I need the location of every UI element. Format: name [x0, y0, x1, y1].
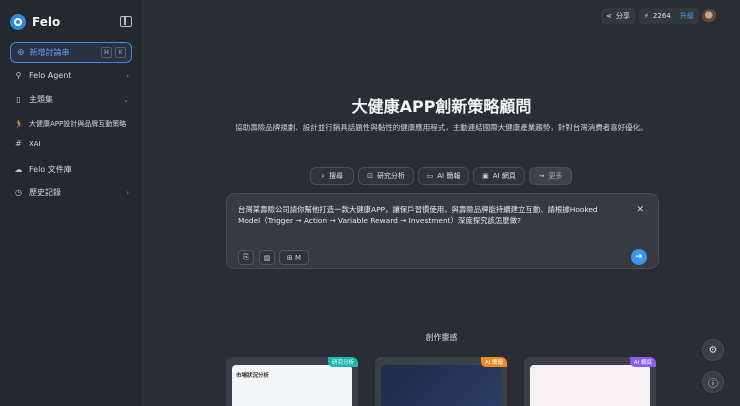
new-thread-label: 新增討論串 — [29, 48, 70, 57]
chevron-right-icon: › — [126, 188, 129, 197]
shortcut-k: K — [115, 47, 126, 58]
share-button[interactable]: ⋖ 分享 — [601, 8, 635, 24]
sidebar-item-library[interactable]: ☁ Felo 文件庫 — [14, 164, 129, 175]
upgrade-link[interactable]: 升級 — [680, 11, 694, 21]
send-button[interactable]: ➜ — [631, 249, 647, 265]
inspiration-card-webpage[interactable]: AI 網頁 — [524, 357, 656, 406]
tab-label: AI 簡報 — [437, 172, 461, 180]
search-icon: ⌕ — [321, 171, 325, 180]
card-badge: 研究分析 — [327, 357, 358, 367]
prompt-input-box[interactable]: 台灣某壽險公司請你幫他打造一款大健康APP，讓保戶習慣使用，與壽險品牌能持續建立… — [226, 193, 659, 269]
running-person-icon: 🏃 — [14, 119, 24, 129]
share-label: 分享 — [615, 12, 630, 20]
tab-label: AI 網頁 — [492, 172, 516, 180]
new-thread-button[interactable]: ⊕ 新增討論串 ⌘ K — [10, 42, 132, 63]
cloud-upload-icon: ☁ — [14, 165, 23, 174]
page-title: 大健康APP創新策略顧問 — [351, 97, 532, 116]
chevron-right-icon: › — [126, 71, 129, 80]
lightning-icon: ⚡ — [644, 12, 649, 20]
card-badge: AI 簡報 — [480, 357, 507, 367]
shortcut-cmd: ⌘ — [101, 47, 112, 58]
inspiration-card-slides[interactable]: AI 簡報 — [375, 357, 507, 406]
credits-count: 2264 — [652, 12, 671, 20]
inspiration-card-research[interactable]: 市場狀況分析 研究分析 — [226, 357, 358, 406]
card-thumb-title: 市場狀況分析 — [236, 373, 270, 379]
slides-icon: ▭ — [426, 172, 434, 180]
chat-plus-icon: ⊕ — [17, 47, 25, 58]
credits-widget[interactable]: ⚡ 2264 升級 — [639, 8, 699, 24]
integrations-icon[interactable]: ⊞ M — [279, 250, 309, 265]
avatar[interactable] — [702, 9, 717, 24]
tab-label: 搜尋 — [328, 172, 343, 180]
sidebar-item-label: 歷史記錄 — [29, 188, 61, 197]
card-thumbnail — [381, 365, 501, 406]
card-thumbnail — [530, 365, 650, 406]
page-subtitle: 協助壽險品牌規劃、設計並行銷具話題性與黏性的健康應用程式，主動連結國際大健康產業… — [235, 123, 648, 132]
attach-icon[interactable]: ⎘ — [238, 250, 254, 265]
tab-more[interactable]: → 更多 — [529, 167, 572, 185]
tab-search[interactable]: ⌕ 搜尋 — [310, 167, 354, 185]
sidebar-item-label: XAI — [29, 139, 41, 148]
mode-tabs: ⌕ 搜尋 ⊡ 研究分析 ▭ AI 簡報 ▣ AI 網頁 → 更多 — [310, 167, 572, 185]
sidebar-item-history[interactable]: ◷ 歷史記錄 › — [14, 187, 129, 198]
history-icon: ◷ — [15, 188, 22, 197]
inspiration-heading: 創作靈感 — [425, 333, 458, 342]
sidebar-item-felo-agent[interactable]: ⚲ Felo Agent › — [14, 71, 129, 80]
brand-name: Felo — [32, 15, 61, 29]
research-icon: ⊡ — [367, 172, 373, 180]
tab-label: 研究分析 — [376, 172, 405, 180]
tab-ai-webpage[interactable]: ▣ AI 網頁 — [473, 167, 525, 185]
collapse-sidebar-icon[interactable] — [120, 16, 132, 27]
sidebar-item-topics[interactable]: ▯ 主題集 ⌄ — [14, 94, 129, 105]
felo-logo-icon — [10, 14, 26, 30]
close-icon[interactable]: ✕ — [636, 205, 644, 215]
webpage-icon: ▣ — [482, 172, 489, 180]
arrow-right-icon: → — [538, 172, 545, 180]
card-badge: AI 網頁 — [629, 357, 656, 367]
tab-ai-slides[interactable]: ▭ AI 簡報 — [418, 167, 469, 185]
sidebar-item-label: 主題集 — [29, 95, 53, 104]
sidebar-item-label: Felo Agent — [29, 71, 72, 80]
agent-icon: ⚲ — [15, 71, 22, 80]
share-icon: ⋖ — [606, 12, 612, 20]
prompt-text[interactable]: 台灣某壽險公司請你幫他打造一款大健康APP，讓保戶習慣使用，與壽險品牌能持續建立… — [238, 204, 618, 226]
hash-icon: # — [15, 139, 22, 148]
app-root: Felo ⊕ 新增討論串 ⌘ K ⚲ Felo Agent › ▯ 主題集 ⌄ … — [0, 0, 740, 406]
chevron-down-icon: ⌄ — [123, 95, 129, 104]
info-icon[interactable]: ⓘ — [702, 371, 724, 393]
sidebar-item-label: 大健康APP設計與品牌互動策略 — [29, 120, 127, 128]
tab-research[interactable]: ⊡ 研究分析 — [358, 167, 414, 185]
image-icon[interactable]: ▨ — [259, 250, 275, 265]
brand[interactable]: Felo — [10, 14, 60, 30]
sidebar-item-xai[interactable]: # XAI — [14, 139, 129, 148]
sidebar: Felo ⊕ 新增討論串 ⌘ K ⚲ Felo Agent › ▯ 主題集 ⌄ … — [0, 0, 143, 406]
tab-label: 更多 — [548, 172, 563, 180]
sidebar-item-label: Felo 文件庫 — [29, 165, 72, 174]
sidebar-item-health-app[interactable]: 🏃 大健康APP設計與品牌互動策略 — [14, 119, 129, 129]
gear-icon[interactable]: ⚙ — [702, 339, 724, 361]
book-icon: ▯ — [16, 95, 21, 104]
